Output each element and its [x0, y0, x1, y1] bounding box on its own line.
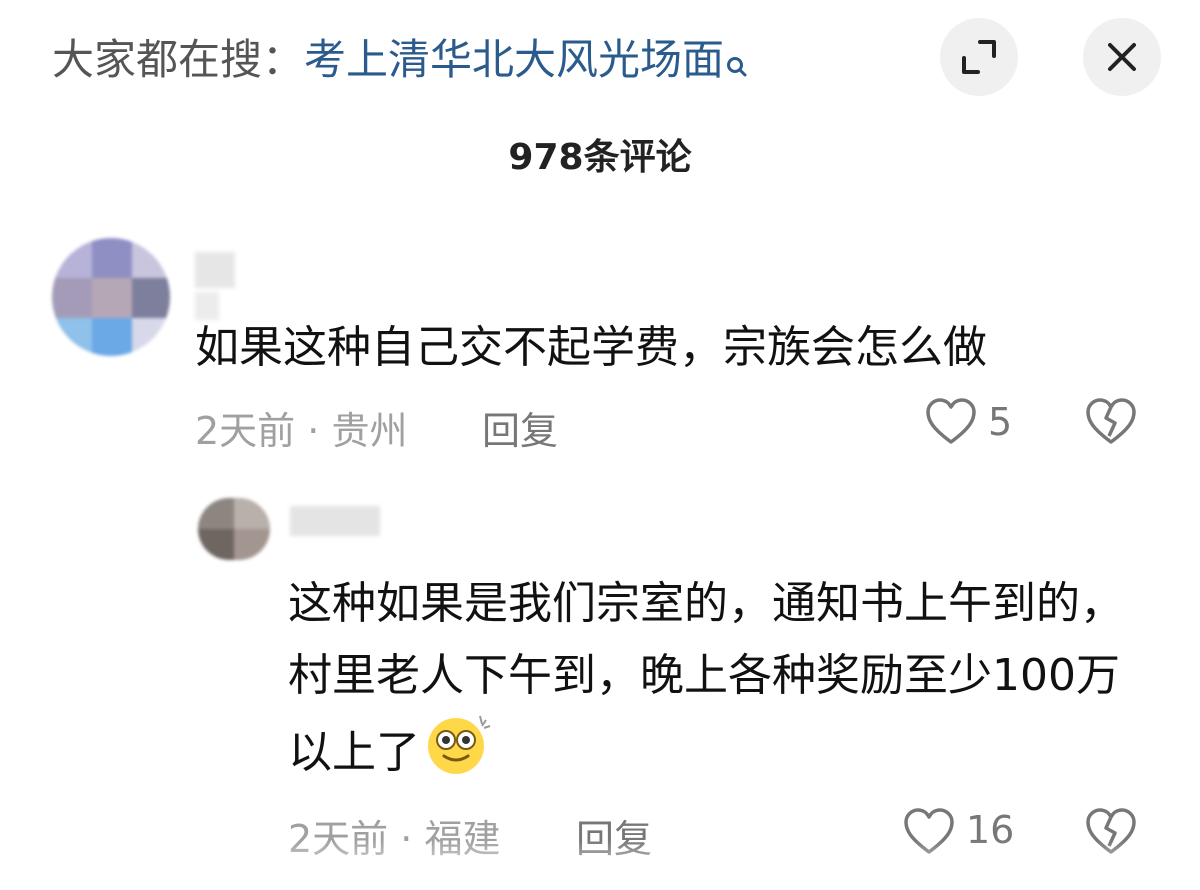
- comment-text-content: 这种如果是我们宗室的，通知书上午到的，村里老人下午到，晚上各种奖励至少100万以…: [288, 578, 1124, 778]
- reply-button[interactable]: 回复: [482, 400, 558, 455]
- close-icon: [1108, 43, 1136, 71]
- heart-icon: [926, 398, 976, 444]
- trending-search-hint[interactable]: 大家都在搜：考上清华北大风光场面: [52, 30, 748, 96]
- expand-button[interactable]: [940, 18, 1018, 96]
- top-bar: 大家都在搜：考上清华北大风光场面: [0, 0, 1200, 120]
- avatar[interactable]: [52, 238, 170, 356]
- search-icon: [726, 36, 748, 96]
- trending-search-term[interactable]: 考上清华北大风光场面: [304, 35, 724, 84]
- dizzy-face-emoji-icon: [424, 712, 492, 798]
- username-redacted[interactable]: [195, 252, 235, 288]
- comment-text: 如果这种自己交不起学费，宗族会怎么做: [195, 322, 987, 373]
- comment-text: 这种如果是我们宗室的，通知书上午到的，村里老人下午到，晚上各种奖励至少100万以…: [288, 568, 1148, 798]
- comment-count-title: 978条评论: [508, 137, 692, 178]
- dislike-button[interactable]: [1084, 396, 1138, 452]
- username-redacted[interactable]: [290, 506, 380, 536]
- comment-time: 2天前: [195, 409, 296, 453]
- bottom-fade-overlay: [0, 840, 1200, 890]
- comment-meta: 2天前 · 贵州: [195, 400, 407, 455]
- broken-heart-icon: [1086, 398, 1136, 444]
- search-prefix: 大家都在搜：: [52, 35, 305, 84]
- avatar[interactable]: [198, 498, 270, 560]
- meta-separator: ·: [295, 409, 332, 453]
- like-button[interactable]: [924, 396, 978, 452]
- like-count: 5: [988, 400, 1013, 444]
- comment-location: 贵州: [331, 409, 408, 453]
- close-button[interactable]: [1083, 18, 1161, 96]
- expand-icon: [962, 40, 996, 74]
